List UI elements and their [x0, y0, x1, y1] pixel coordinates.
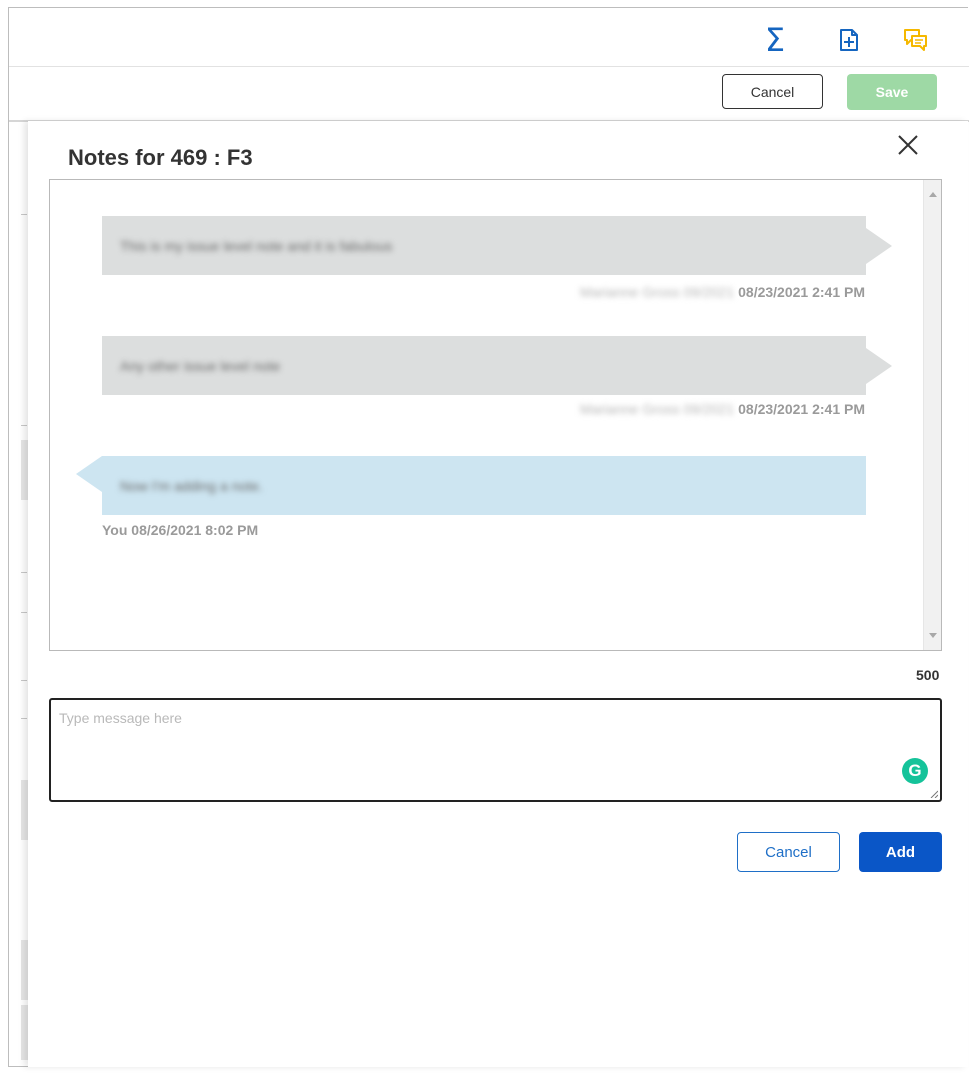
message-input-box: G — [49, 698, 942, 802]
message-bubble-outgoing: Now I'm adding a note. — [102, 456, 866, 515]
message-author: Marianne Gross 09/2021 — [580, 401, 735, 417]
background-row — [21, 440, 28, 500]
add-note-icon[interactable] — [835, 26, 863, 54]
background-row — [21, 940, 28, 1000]
scroll-down-arrow-icon[interactable] — [929, 633, 937, 638]
background-row — [21, 1005, 28, 1060]
message-input[interactable] — [51, 700, 940, 800]
notes-thread[interactable]: This is my issue level note and it is fa… — [49, 179, 942, 651]
thread-scrollbar[interactable] — [923, 180, 941, 650]
scroll-up-arrow-icon[interactable] — [929, 192, 937, 197]
sigma-icon[interactable]: Σ — [761, 21, 789, 59]
background-divider — [21, 214, 27, 215]
char-counter: 500 — [916, 667, 940, 683]
background-divider — [21, 718, 27, 719]
grammarly-glyph: G — [908, 761, 922, 780]
message-bubble-incoming: Any other issue level note — [102, 336, 866, 395]
message-meta: Marianne Gross 09/2021 08/23/2021 2:41 PM — [580, 401, 865, 417]
message-time: 08/23/2021 2:41 PM — [738, 401, 865, 417]
top-toolbar: Σ — [9, 8, 969, 67]
message-time: 08/26/2021 8:02 PM — [131, 522, 259, 538]
background-divider — [21, 612, 27, 613]
message-text: Any other issue level note — [120, 357, 281, 374]
comments-icon[interactable] — [902, 26, 930, 54]
sigma-glyph: Σ — [764, 21, 786, 59]
top-save-button[interactable]: Save — [847, 74, 937, 110]
message-bubble-incoming: This is my issue level note and it is fa… — [102, 216, 866, 275]
resize-handle-icon[interactable] — [930, 790, 938, 798]
message-text: This is my issue level note and it is fa… — [120, 237, 393, 254]
message-meta: You 08/26/2021 8:02 PM — [102, 522, 258, 538]
message-time: 08/23/2021 2:41 PM — [738, 284, 865, 300]
background-divider — [21, 425, 27, 426]
grammarly-icon[interactable]: G — [902, 758, 928, 784]
message-author: You — [102, 522, 128, 538]
background-divider — [21, 680, 27, 681]
notes-panel: Notes for 469 : F3 This is my issue leve… — [28, 121, 968, 1067]
action-bar: Cancel Save — [9, 66, 969, 122]
background-divider — [21, 572, 27, 573]
bubble-pointer — [76, 456, 102, 492]
panel-title: Notes for 469 : F3 — [68, 145, 253, 170]
top-cancel-button[interactable]: Cancel — [722, 74, 823, 109]
add-button[interactable]: Add — [859, 832, 942, 872]
close-icon[interactable] — [896, 133, 920, 157]
message-author: Marianne Gross 09/2021 — [580, 284, 735, 300]
background-row — [21, 780, 28, 840]
bubble-pointer — [866, 348, 892, 384]
cancel-button[interactable]: Cancel — [737, 832, 840, 872]
message-text: Now I'm adding a note. — [120, 477, 263, 494]
bubble-pointer — [866, 228, 892, 264]
message-meta: Marianne Gross 09/2021 08/23/2021 2:41 PM — [580, 284, 865, 300]
